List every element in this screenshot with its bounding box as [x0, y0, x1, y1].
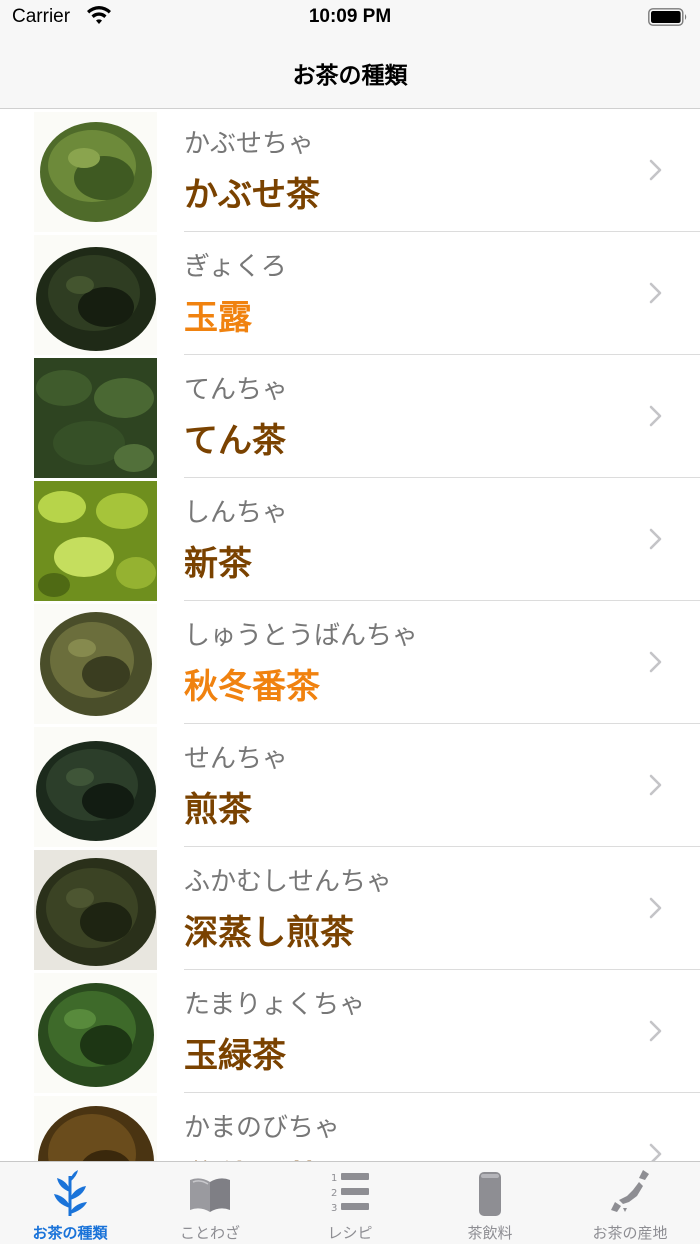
list-item[interactable]: かぶせちゃ かぶせ茶 [0, 109, 700, 232]
book-icon [190, 1178, 230, 1212]
list-item[interactable]: てんちゃ てん茶 [0, 355, 700, 478]
can-icon [479, 1172, 501, 1216]
tea-reading: てんちゃ [184, 375, 289, 405]
tea-reading: しゅうとうばんちゃ [184, 621, 419, 651]
tea-reading: ふかむしせんちゃ [184, 867, 393, 897]
tea-name: 玉露 [184, 298, 252, 338]
chevron-right-icon [649, 282, 662, 304]
tea-name: 煎茶 [184, 790, 252, 830]
tea-thumbnail [34, 850, 157, 970]
tab-label: 茶飲料 [467, 1224, 513, 1242]
list-item[interactable]: たまりょくちゃ 玉緑茶 [0, 970, 700, 1093]
list-item[interactable]: しゅうとうばんちゃ 秋冬番茶 [0, 601, 700, 724]
tea-thumbnail [34, 604, 157, 724]
tea-reading: かぶせちゃ [184, 129, 315, 159]
chevron-right-icon [649, 405, 662, 427]
tab-recipes[interactable]: 1 2 3 レシピ [280, 1162, 420, 1244]
tea-thumbnail [34, 973, 157, 1093]
chevron-right-icon [649, 159, 662, 181]
tea-thumbnail [34, 112, 157, 232]
tea-name: かぶせ茶 [184, 175, 320, 215]
list-item[interactable]: ぎょくろ 玉露 [0, 232, 700, 355]
tab-label: レシピ [327, 1224, 373, 1242]
chevron-right-icon [649, 1143, 662, 1161]
tab-proverbs[interactable]: ことわざ [140, 1162, 280, 1244]
chevron-right-icon [649, 774, 662, 796]
chevron-right-icon [649, 528, 662, 550]
tab-label: お茶の種類 [32, 1224, 108, 1242]
tab-tea-types[interactable]: お茶の種類 [0, 1162, 140, 1244]
chevron-right-icon [649, 897, 662, 919]
battery-icon [648, 8, 687, 26]
tea-reading: ぎょくろ [184, 252, 287, 282]
tea-thumbnail [34, 481, 157, 601]
navigation-bar: お茶の種類 [0, 40, 700, 109]
tab-tea-regions[interactable]: お茶の産地 [560, 1162, 700, 1244]
tea-reading: しんちゃ [184, 498, 289, 528]
tea-thumbnail [34, 1096, 157, 1161]
tea-reading: かまのびちゃ [184, 1113, 341, 1143]
list-item[interactable]: かまのびちゃ 釜伸び茶 [0, 1093, 700, 1161]
japan-map-icon [611, 1170, 649, 1212]
tea-thumbnail [34, 235, 157, 355]
numbered-list-icon: 1 2 3 [331, 1173, 369, 1214]
svg-text:2: 2 [331, 1188, 337, 1199]
tea-plant-icon [54, 1170, 87, 1216]
tab-label: ことわざ [179, 1224, 240, 1242]
list-item[interactable]: ふかむしせんちゃ 深蒸し煎茶 [0, 847, 700, 970]
tea-name: 釜伸び茶 [184, 1151, 320, 1161]
list-item[interactable]: せんちゃ 煎茶 [0, 724, 700, 847]
svg-text:1: 1 [331, 1173, 337, 1184]
list-item[interactable]: しんちゃ 新茶 [0, 478, 700, 601]
tab-tea-drinks[interactable]: 茶飲料 [420, 1162, 560, 1244]
tea-name: 玉緑茶 [184, 1036, 286, 1076]
tea-reading: せんちゃ [184, 744, 289, 774]
tea-thumbnail [34, 727, 157, 847]
clock: 10:09 PM [308, 6, 392, 27]
status-bar: Carrier 10:09 PM [0, 0, 700, 40]
page-title: お茶の種類 [292, 63, 408, 89]
tea-thumbnail [34, 358, 157, 478]
tab-bar: お茶の種類 ことわざ 1 2 3 レシピ 茶飲料 お茶の産地 [0, 1161, 700, 1244]
tea-name: 新茶 [184, 544, 252, 584]
tea-name: 深蒸し煎茶 [184, 913, 354, 953]
tea-reading: たまりょくちゃ [184, 990, 366, 1020]
tea-list[interactable]: かぶせちゃ かぶせ茶 ぎょくろ 玉露 てんちゃ てん茶 しんちゃ 新茶 しゅうと… [0, 109, 700, 1161]
tea-name: てん茶 [184, 421, 286, 461]
tea-name: 秋冬番茶 [184, 667, 320, 707]
chevron-right-icon [649, 1020, 662, 1042]
chevron-right-icon [649, 651, 662, 673]
svg-text:3: 3 [331, 1203, 337, 1214]
tab-label: お茶の産地 [592, 1224, 668, 1242]
